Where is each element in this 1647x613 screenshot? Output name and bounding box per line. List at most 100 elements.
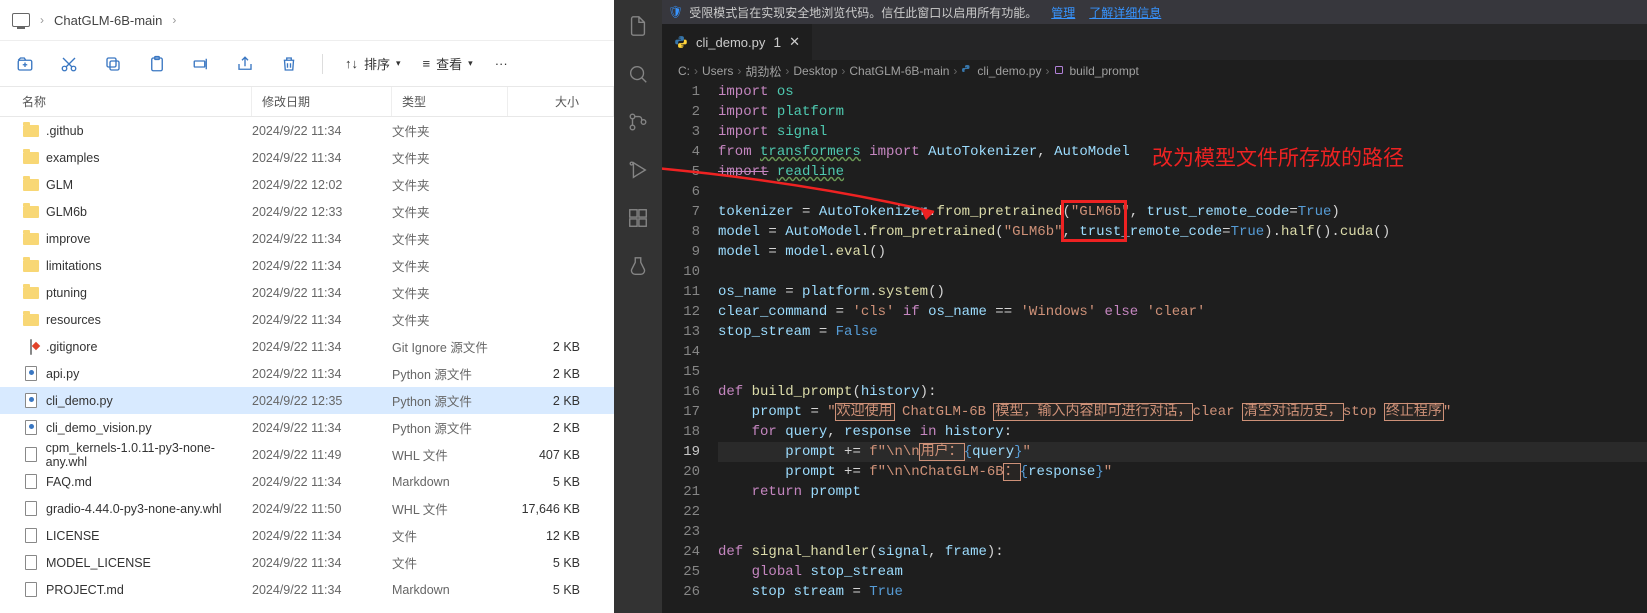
paste-icon[interactable] xyxy=(146,55,168,73)
file-date: 2024/9/22 11:34 xyxy=(252,259,392,273)
restricted-mode-banner: 🛡 受限模式旨在实现安全地浏览代码。信任此窗口以启用所有功能。 管理 了解详细信… xyxy=(662,0,1647,24)
folder-icon xyxy=(23,260,39,272)
python-file-icon xyxy=(25,420,37,435)
file-type: 文件夹 xyxy=(392,256,508,275)
column-headers: 名称 修改日期 类型 大小 xyxy=(0,86,614,117)
file-row[interactable]: improve2024/9/22 11:34文件夹 xyxy=(0,225,614,252)
copy-icon[interactable] xyxy=(102,55,124,73)
file-size: 2 KB xyxy=(508,394,614,408)
file-type: 文件 xyxy=(392,553,508,572)
breadcrumb-segment[interactable]: Desktop xyxy=(793,64,837,78)
python-icon xyxy=(674,35,688,49)
file-row[interactable]: cpm_kernels-1.0.11-py3-none-any.whl2024/… xyxy=(0,441,614,468)
more-icon[interactable]: ··· xyxy=(495,56,508,71)
search-icon[interactable] xyxy=(626,62,650,86)
file-row[interactable]: cli_demo_vision.py2024/9/22 11:34Python … xyxy=(0,414,614,441)
breadcrumb-segment[interactable]: build_prompt xyxy=(1069,64,1138,78)
file-row[interactable]: .gitignore2024/9/22 11:34Git Ignore 源文件2… xyxy=(0,333,614,360)
folder-icon xyxy=(23,125,39,137)
file-list[interactable]: .github2024/9/22 11:34文件夹examples2024/9/… xyxy=(0,117,614,613)
share-icon[interactable] xyxy=(234,55,256,73)
breadcrumb-segment[interactable]: Users xyxy=(702,64,733,78)
extensions-icon[interactable] xyxy=(626,206,650,230)
header-date[interactable]: 修改日期 xyxy=(252,87,392,116)
file-row[interactable]: GLM6b2024/9/22 12:33文件夹 xyxy=(0,198,614,225)
file-date: 2024/9/22 11:34 xyxy=(252,475,392,489)
tab-cli-demo[interactable]: cli_demo.py 1 ✕ xyxy=(662,24,813,60)
file-size: 5 KB xyxy=(508,475,614,489)
file-date: 2024/9/22 11:49 xyxy=(252,448,392,462)
file-row[interactable]: GLM2024/9/22 12:02文件夹 xyxy=(0,171,614,198)
learn-more-link[interactable]: 了解详细信息 xyxy=(1089,4,1161,21)
breadcrumb-segment[interactable]: ChatGLM-6B-main xyxy=(849,64,949,78)
file-name: MODEL_LICENSE xyxy=(46,556,151,570)
tab-filename: cli_demo.py xyxy=(696,35,765,50)
sort-button[interactable]: ↑↓排序▾ xyxy=(345,54,401,73)
explorer-toolbar: ↑↓排序▾ ≡查看▾ ··· xyxy=(0,40,614,86)
breadcrumb-item[interactable]: ChatGLM-6B-main xyxy=(54,13,162,28)
editor-tabs: cli_demo.py 1 ✕ xyxy=(662,24,1647,60)
code-content[interactable]: import osimport platformimport signalfro… xyxy=(718,82,1647,613)
file-row[interactable]: limitations 2024/9/22 11:34文件夹 xyxy=(0,252,614,279)
editor-main: 🛡 受限模式旨在实现安全地浏览代码。信任此窗口以启用所有功能。 管理 了解详细信… xyxy=(662,0,1647,613)
file-name: PROJECT.md xyxy=(46,583,124,597)
folder-icon xyxy=(23,152,39,164)
pc-icon[interactable] xyxy=(12,13,30,27)
file-row[interactable]: gradio-4.44.0-py3-none-any.whl2024/9/22 … xyxy=(0,495,614,522)
folder-icon xyxy=(23,233,39,245)
rename-icon[interactable] xyxy=(190,55,212,73)
file-icon xyxy=(25,555,37,570)
file-row[interactable]: PROJECT.md2024/9/22 11:34Markdown5 KB xyxy=(0,576,614,603)
chevron-right-icon: › xyxy=(40,13,44,27)
file-type: Python 源文件 xyxy=(392,364,508,383)
file-size: 2 KB xyxy=(508,340,614,354)
file-date: 2024/9/22 11:34 xyxy=(252,151,392,165)
manage-link[interactable]: 管理 xyxy=(1051,4,1075,21)
git-icon xyxy=(30,340,32,354)
editor-breadcrumb[interactable]: C:›Users›胡劲松›Desktop›ChatGLM-6B-main›cli… xyxy=(662,60,1647,82)
view-button[interactable]: ≡查看▾ xyxy=(423,54,473,73)
delete-icon[interactable] xyxy=(278,55,300,73)
activity-bar xyxy=(614,0,662,613)
file-row[interactable]: FAQ.md 2024/9/22 11:34Markdown5 KB xyxy=(0,468,614,495)
file-type: Markdown xyxy=(392,475,508,489)
folder-icon xyxy=(23,179,39,191)
restricted-text: 受限模式旨在实现安全地浏览代码。信任此窗口以启用所有功能。 xyxy=(689,4,1037,21)
file-date: 2024/9/22 11:34 xyxy=(252,124,392,138)
file-date: 2024/9/22 11:34 xyxy=(252,583,392,597)
code-area[interactable]: 1234567891011121314151617181920212223242… xyxy=(662,82,1647,613)
file-size: 17,646 KB xyxy=(508,502,614,516)
file-row[interactable]: cli_demo.py2024/9/22 12:35Python 源文件2 KB xyxy=(0,387,614,414)
file-row[interactable]: examples2024/9/22 11:34文件夹 xyxy=(0,144,614,171)
file-row[interactable]: .github2024/9/22 11:34文件夹 xyxy=(0,117,614,144)
breadcrumb-segment[interactable]: 胡劲松 xyxy=(745,63,781,80)
new-folder-icon[interactable] xyxy=(14,55,36,73)
file-row[interactable]: api.py2024/9/22 11:34Python 源文件2 KB xyxy=(0,360,614,387)
file-name: ptuning xyxy=(46,286,87,300)
header-type[interactable]: 类型 xyxy=(392,87,508,116)
file-name: FAQ.md xyxy=(46,475,92,489)
file-row[interactable]: resources2024/9/22 11:34文件夹 xyxy=(0,306,614,333)
file-icon xyxy=(25,582,37,597)
close-icon[interactable]: ✕ xyxy=(789,34,800,50)
file-row[interactable]: ptuning2024/9/22 11:34文件夹 xyxy=(0,279,614,306)
file-date: 2024/9/22 12:35 xyxy=(252,394,392,408)
file-type: 文件夹 xyxy=(392,310,508,329)
explorer-icon[interactable] xyxy=(626,14,650,38)
file-row[interactable]: LICENSE2024/9/22 11:34文件12 KB xyxy=(0,522,614,549)
chevron-right-icon: › xyxy=(172,13,176,27)
file-date: 2024/9/22 11:34 xyxy=(252,286,392,300)
file-icon xyxy=(25,447,37,462)
breadcrumb-segment[interactable]: C: xyxy=(678,64,690,78)
header-size[interactable]: 大小 xyxy=(508,87,614,116)
header-name[interactable]: 名称 xyxy=(0,87,252,116)
file-date: 2024/9/22 12:02 xyxy=(252,178,392,192)
source-control-icon[interactable] xyxy=(626,110,650,134)
file-name: cpm_kernels-1.0.11-py3-none-any.whl xyxy=(46,441,252,469)
file-name: limitations xyxy=(46,259,102,273)
cut-icon[interactable] xyxy=(58,55,80,73)
debug-icon[interactable] xyxy=(626,158,650,182)
file-row[interactable]: MODEL_LICENSE2024/9/22 11:34文件5 KB xyxy=(0,549,614,576)
testing-icon[interactable] xyxy=(626,254,650,278)
breadcrumb-segment[interactable]: cli_demo.py xyxy=(977,64,1041,78)
